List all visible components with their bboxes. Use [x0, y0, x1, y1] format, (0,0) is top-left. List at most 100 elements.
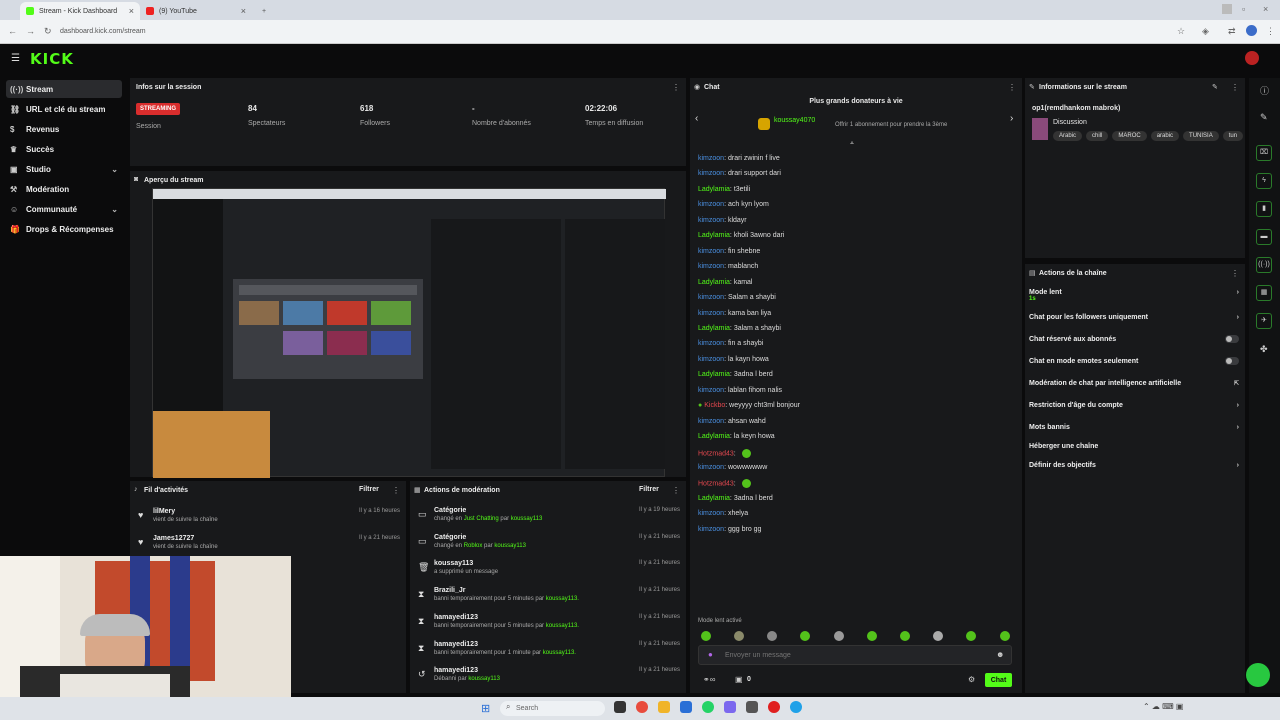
emote-icon[interactable] [800, 631, 810, 641]
emote-icon[interactable] [900, 631, 910, 641]
more-options-icon[interactable]: ⋮ [1008, 83, 1016, 92]
channel-action-item[interactable]: Mots bannis › [1029, 424, 1239, 431]
chat-username[interactable]: Ladylamia [698, 186, 730, 193]
more-options-icon[interactable]: ⋮ [1231, 269, 1239, 278]
chat-username[interactable]: kimzoon [698, 340, 724, 347]
donor-name[interactable]: koussay4070 [774, 117, 815, 124]
chat-username[interactable]: kimzoon [698, 248, 724, 255]
chat-username[interactable]: kimzoon [698, 294, 724, 301]
channel-action-item[interactable]: Héberger une chaîne [1029, 443, 1239, 450]
store-icon[interactable] [680, 701, 692, 713]
forward-icon[interactable]: → [26, 26, 35, 36]
chat-username[interactable]: Hotzmad43 [698, 481, 734, 488]
broadcast-icon[interactable]: ((·)) [1256, 257, 1272, 273]
chat-username[interactable]: kimzoon [698, 464, 724, 471]
chat-username[interactable]: kimzoon [698, 310, 724, 317]
bookmark-star-icon[interactable]: ☆ [1177, 26, 1185, 37]
support-chat-icon[interactable] [1246, 663, 1270, 687]
chat-username[interactable]: Kickbo [704, 402, 725, 409]
chat-username[interactable]: Ladylamia [698, 279, 730, 286]
sidebar-item-succes[interactable]: ♛ Succès [6, 140, 122, 158]
chat-username[interactable]: kimzoon [698, 510, 724, 517]
emoji-picker-icon[interactable]: ☻ [996, 650, 1004, 659]
chat-username[interactable]: Ladylamia [698, 232, 730, 239]
channel-action-item[interactable]: Chat réservé aux abonnés [1029, 335, 1239, 343]
emote-icon[interactable] [701, 631, 711, 641]
cast-icon[interactable]: ⇄ [1228, 26, 1236, 37]
chat-username[interactable]: Hotzmad43 [698, 450, 734, 457]
reload-icon[interactable]: ↻ [44, 26, 52, 37]
moderation-user[interactable]: koussay113. [546, 596, 579, 602]
windows-start-icon[interactable]: ⊞ [481, 702, 490, 715]
more-options-icon[interactable]: ⋮ [392, 486, 400, 495]
profile-icon[interactable] [1246, 25, 1257, 36]
task-view-icon[interactable] [614, 701, 626, 713]
sidebar-item-communaute[interactable]: ☺ Communauté ⌄ [6, 200, 122, 218]
channel-action-item[interactable]: Restriction d'âge du compte › [1029, 402, 1239, 409]
emote-icon[interactable] [767, 631, 777, 641]
channel-action-item[interactable]: Mode lent 1s › [1029, 289, 1239, 302]
chevron-right-icon[interactable]: › [1010, 113, 1013, 124]
puzzle-icon[interactable]: ✤ [1260, 344, 1268, 355]
taskbar-search[interactable]: Search [500, 701, 605, 716]
opera-icon[interactable] [768, 701, 780, 713]
more-options-icon[interactable]: ⋮ [672, 486, 680, 495]
emote-icon[interactable]: ● [708, 650, 713, 659]
chat-username[interactable]: Ladylamia [698, 371, 730, 378]
channel-action-item[interactable]: Modération de chat par intelligence arti… [1029, 380, 1239, 387]
donor-offer[interactable]: Offrir 1 abonnement pour prendre la 3ème [835, 122, 947, 128]
chat-username[interactable]: kimzoon [698, 170, 724, 177]
stream-video[interactable] [152, 188, 666, 478]
chat-username[interactable]: kimzoon [698, 217, 724, 224]
channel-action-item[interactable]: Chat pour les followers uniquement › [1029, 314, 1239, 321]
emote-icon[interactable] [966, 631, 976, 641]
kick-logo[interactable]: KICK [30, 50, 74, 68]
browser-tab-youtube[interactable]: (9) YouTube × [140, 2, 252, 20]
sidebar-item-revenus[interactable]: $ Revenus [6, 120, 122, 138]
minimize-button[interactable] [1222, 4, 1232, 14]
close-icon[interactable]: × [241, 6, 246, 16]
moderation-user[interactable]: koussay113. [543, 650, 576, 656]
emote-icon[interactable] [1000, 631, 1010, 641]
obs-icon[interactable] [746, 701, 758, 713]
avatar[interactable] [1245, 51, 1259, 65]
emote-icon[interactable] [734, 631, 744, 641]
sidebar-item-drops[interactable]: 🎁 Drops & Récompenses [6, 220, 122, 238]
chat-username[interactable]: kimzoon [698, 201, 724, 208]
chat-message-input[interactable] [698, 645, 1012, 665]
chevron-left-icon[interactable]: ‹ [695, 113, 698, 124]
chat-username[interactable]: kimzoon [698, 155, 724, 162]
users-icon[interactable]: ⚭∞ [703, 675, 715, 684]
pin-icon[interactable]: ⩡ [850, 140, 854, 148]
chat-username[interactable]: kimzoon [698, 526, 724, 533]
chat-username[interactable]: kimzoon [698, 418, 724, 425]
emote-icon[interactable] [867, 631, 877, 641]
sidebar-item-studio[interactable]: ▣ Studio ⌄ [6, 160, 122, 178]
hamburger-menu-icon[interactable]: ☰ [11, 53, 20, 64]
app-icon[interactable] [724, 701, 736, 713]
info-icon[interactable]: ⓘ [1260, 84, 1269, 97]
moderation-user[interactable]: koussay113 [511, 516, 543, 522]
chat-username[interactable]: kimzoon [698, 387, 724, 394]
rail-tool-icon[interactable]: ⌧ [1256, 145, 1272, 161]
more-options-icon[interactable]: ⋮ [672, 83, 680, 92]
wrench-icon[interactable]: ✈ [1256, 313, 1272, 329]
edge-icon[interactable] [790, 701, 802, 713]
chat-username[interactable]: Ladylamia [698, 495, 730, 502]
sidebar-item-url[interactable]: ⛓ URL et clé du stream [6, 100, 122, 118]
toggle-switch[interactable] [1225, 357, 1239, 365]
chrome-icon[interactable] [636, 701, 648, 713]
chat-username[interactable]: Ladylamia [698, 433, 730, 440]
emote-icon[interactable] [933, 631, 943, 641]
sidebar-item-moderation[interactable]: ⚒ Modération [6, 180, 122, 198]
chat-username[interactable]: Ladylamia [698, 325, 730, 332]
grid-icon[interactable]: ▦ [1256, 285, 1272, 301]
filter-button[interactable]: Filtrer [639, 486, 659, 493]
emote-icon[interactable] [834, 631, 844, 641]
pencil-icon[interactable]: ✎ [1212, 83, 1218, 91]
menu-dots-icon[interactable]: ⋮ [1266, 26, 1275, 37]
back-icon[interactable]: ← [8, 26, 17, 36]
url-field[interactable]: dashboard.kick.com/stream [60, 24, 1160, 40]
sidebar-item-stream[interactable]: ((·)) Stream [6, 80, 122, 98]
new-tab-button[interactable]: + [256, 2, 272, 20]
